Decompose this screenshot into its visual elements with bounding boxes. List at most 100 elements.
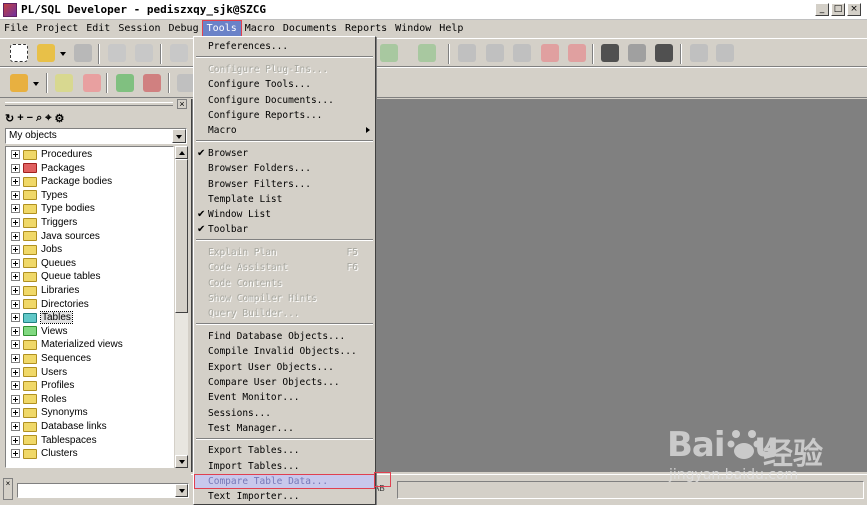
expand-icon[interactable] (11, 299, 20, 309)
open-icon[interactable] (37, 44, 55, 62)
menu-debug[interactable]: Debug (165, 21, 203, 36)
print-preview-icon[interactable] (135, 44, 153, 62)
find-icon[interactable]: ⌕ (36, 112, 42, 126)
expand-icon[interactable] (11, 150, 20, 159)
menu-browser-folders[interactable]: Browser Folders... (194, 161, 375, 176)
menu-macro-submenu[interactable]: Macro (194, 123, 375, 138)
key-dropdown-icon[interactable] (33, 82, 39, 86)
menu-configure-tools[interactable]: Configure Tools... (194, 77, 375, 92)
tree-item-sequences[interactable]: Sequences (6, 352, 91, 365)
tree-item-jobs[interactable]: Jobs (6, 243, 62, 256)
tree-item-triggers[interactable]: Triggers (6, 216, 77, 229)
menu-macro[interactable]: Macro (241, 21, 279, 36)
tree-item-roles[interactable]: Roles (6, 393, 67, 406)
menu-compare-user-objects[interactable]: Compare User Objects... (194, 375, 375, 390)
tree-item-clusters[interactable]: Clusters (6, 447, 78, 460)
object-filter-select[interactable]: My objects (5, 128, 187, 144)
menu-edit[interactable]: Edit (82, 21, 114, 36)
expand-icon[interactable] (11, 286, 20, 295)
menu-show-compiler-hints[interactable]: Show Compiler Hints (194, 291, 375, 306)
menu-explain-plan[interactable]: Explain Plan F5 (194, 245, 375, 260)
find-next-icon[interactable] (628, 44, 646, 62)
panel-grip[interactable] (5, 102, 173, 106)
cascade-icon[interactable] (690, 44, 708, 62)
tree-scrollbar[interactable] (175, 146, 188, 468)
find-object-icon[interactable] (601, 44, 619, 62)
menu-configure-documents[interactable]: Configure Documents... (194, 93, 375, 108)
menu-reports[interactable]: Reports (341, 21, 391, 36)
indent-icon[interactable] (486, 44, 504, 62)
unindent-icon[interactable] (513, 44, 531, 62)
expand-icon[interactable] (11, 177, 20, 187)
menu-documents[interactable]: Documents (279, 21, 341, 36)
filter-icon[interactable]: ⌖ (45, 112, 51, 126)
menu-test-manager[interactable]: Test Manager... (194, 421, 375, 436)
tree-item-views[interactable]: Views (6, 325, 68, 338)
forward-icon[interactable] (380, 44, 398, 62)
doc-icon[interactable] (458, 44, 476, 62)
filter-edit-icon[interactable]: ⚙ (54, 112, 64, 126)
rollback-icon[interactable] (143, 74, 161, 92)
expand-icon[interactable] (11, 258, 20, 268)
expand-icon[interactable] (11, 245, 20, 255)
execute-icon[interactable] (55, 74, 73, 92)
menu-code-assistant[interactable]: Code Assistant F6 (194, 260, 375, 275)
commit-icon[interactable] (116, 74, 134, 92)
menu-query-builder[interactable]: Query Builder... (194, 306, 375, 321)
tree-item-synonyms[interactable]: Synonyms (6, 406, 88, 419)
tree-item-java-sources[interactable]: Java sources (6, 230, 100, 243)
menu-export-user-objects[interactable]: Export User Objects... (194, 360, 375, 375)
close-button[interactable]: × (847, 3, 861, 16)
tree-item-libraries[interactable]: Libraries (6, 284, 79, 297)
find-prev-icon[interactable] (655, 44, 673, 62)
expand-icon[interactable] (11, 204, 20, 214)
scroll-up-button[interactable] (175, 146, 188, 159)
uppercase-icon[interactable] (541, 44, 559, 62)
menu-window[interactable]: Window (391, 21, 435, 36)
menu-tools[interactable]: Tools (201, 20, 242, 37)
save-icon[interactable] (74, 44, 92, 62)
menu-template-list[interactable]: Template List (194, 192, 375, 207)
expand-icon[interactable] (11, 190, 20, 200)
key-icon[interactable] (10, 74, 28, 92)
expand-icon[interactable] (11, 326, 20, 336)
tree-item-profiles[interactable]: Profiles (6, 379, 74, 392)
menu-code-contents[interactable]: Code Contents (194, 276, 375, 291)
tree-item-types[interactable]: Types (6, 189, 68, 202)
expand-icon[interactable] (11, 272, 20, 282)
panel-close-icon[interactable]: × (177, 99, 187, 109)
expand-icon[interactable] (11, 381, 20, 391)
undo-icon[interactable] (170, 44, 188, 62)
remove-icon[interactable]: − (27, 112, 33, 126)
menu-import-tables[interactable]: Import Tables... (194, 459, 375, 474)
menu-configure-reports[interactable]: Configure Reports... (194, 108, 375, 123)
menu-file[interactable]: File (0, 21, 32, 36)
tree-item-queues[interactable]: Queues (6, 257, 76, 270)
tree-item-packages[interactable]: Packages (6, 162, 85, 175)
scroll-down-button[interactable] (175, 455, 188, 468)
chevron-down-icon[interactable] (175, 484, 188, 497)
tree-item-database-links[interactable]: Database links (6, 420, 107, 433)
find-bar-close-icon[interactable]: × (3, 478, 13, 500)
tree-item-tablespaces[interactable]: Tablespaces (6, 434, 97, 447)
menu-event-monitor[interactable]: Event Monitor... (194, 390, 375, 405)
menu-text-importer[interactable]: Text Importer... (194, 489, 375, 504)
add-icon[interactable]: + (17, 112, 23, 126)
tree-item-materialized-views[interactable]: Materialized views (6, 338, 123, 351)
menu-sessions[interactable]: Sessions... (194, 406, 375, 421)
expand-icon[interactable] (11, 340, 20, 350)
tree-item-tables[interactable]: Tables (6, 311, 73, 325)
new-icon[interactable] (10, 44, 28, 62)
expand-icon[interactable] (11, 435, 20, 445)
break-icon[interactable] (83, 74, 101, 92)
print-icon[interactable] (108, 44, 126, 62)
expand-icon[interactable] (11, 367, 20, 377)
scroll-thumb[interactable] (175, 159, 188, 313)
menu-find-database-objects[interactable]: Find Database Objects... (194, 329, 375, 344)
expand-icon[interactable] (11, 394, 20, 404)
menu-help[interactable]: Help (435, 21, 467, 36)
menu-preferences[interactable]: Preferences... (194, 39, 375, 54)
menu-window-list[interactable]: ✔ Window List (194, 207, 375, 222)
expand-icon[interactable] (11, 354, 20, 363)
find-input[interactable] (17, 483, 189, 498)
